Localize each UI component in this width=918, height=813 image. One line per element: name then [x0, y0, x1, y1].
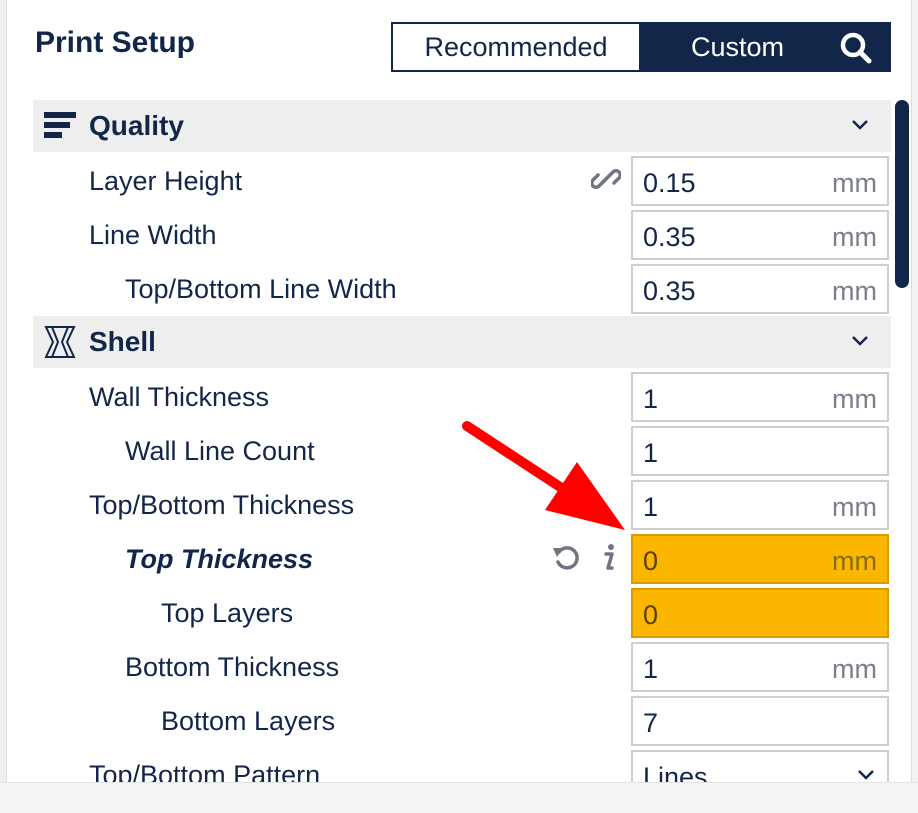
- quality-icon: [44, 112, 76, 138]
- bottom-thickness-input[interactable]: 1 mm: [631, 642, 889, 692]
- section-label-quality: Quality: [89, 110, 184, 141]
- section-label-shell: Shell: [89, 326, 156, 357]
- setting-label: Bottom Thickness: [125, 652, 340, 682]
- field-unit: mm: [832, 384, 877, 414]
- field-value: Lines: [643, 762, 708, 782]
- field-value: 1: [643, 438, 659, 468]
- setting-label: Top/Bottom Pattern: [89, 760, 321, 782]
- field-value: 1: [643, 492, 659, 522]
- chevron-down-icon[interactable]: [851, 116, 869, 134]
- field-value: 1: [643, 384, 659, 414]
- setting-row-top-layers: Top Layers 0: [33, 586, 891, 640]
- setting-row-top-thickness: Top Thickness 0 mm: [33, 532, 891, 586]
- panel-title: Print Setup: [35, 26, 196, 59]
- field-value: 0.35: [643, 276, 696, 306]
- field-value: 0.35: [643, 222, 696, 252]
- wall-line-count-input[interactable]: 1: [631, 426, 889, 476]
- setting-row-top-bottom-thickness: Top/Bottom Thickness 1 mm: [33, 478, 891, 532]
- top-layers-input[interactable]: 0: [631, 588, 889, 638]
- custom-mode-button[interactable]: Custom: [641, 22, 891, 72]
- field-unit: mm: [832, 222, 877, 252]
- line-width-input[interactable]: 0.35 mm: [631, 210, 889, 260]
- reset-icon[interactable]: [551, 542, 581, 572]
- setting-row-wall-line-count: Wall Line Count 1: [33, 424, 891, 478]
- field-value: 0: [643, 600, 659, 630]
- setting-row-bottom-layers: Bottom Layers 7: [33, 694, 891, 748]
- setting-row-wall-thickness: Wall Thickness 1 mm: [33, 370, 891, 424]
- field-unit: mm: [832, 492, 877, 522]
- chevron-down-icon: [858, 770, 874, 780]
- setting-label: Layer Height: [89, 166, 243, 196]
- bottom-bar: [0, 782, 918, 813]
- setting-row-bottom-thickness: Bottom Thickness 1 mm: [33, 640, 891, 694]
- chevron-down-icon[interactable]: [851, 332, 869, 350]
- field-unit: mm: [832, 168, 877, 198]
- section-header-quality[interactable]: Quality: [33, 100, 891, 152]
- custom-mode-label: Custom: [691, 31, 785, 62]
- top-bottom-line-width-input[interactable]: 0.35 mm: [631, 264, 889, 314]
- wall-thickness-input[interactable]: 1 mm: [631, 372, 889, 422]
- setting-label: Wall Thickness: [89, 382, 270, 412]
- field-unit: mm: [832, 654, 877, 684]
- recommended-mode-button[interactable]: Recommended: [391, 22, 641, 72]
- shell-icon: [44, 326, 76, 358]
- field-value: 0: [643, 546, 659, 576]
- setting-row-line-width: Line Width 0.35 mm: [33, 208, 891, 262]
- settings-scrollbar[interactable]: [895, 100, 909, 288]
- top-bottom-pattern-select[interactable]: Lines: [631, 750, 889, 782]
- setting-label: Wall Line Count: [125, 436, 315, 466]
- field-unit: mm: [832, 276, 877, 306]
- section-header-shell[interactable]: Shell: [33, 316, 891, 368]
- setting-label: Top/Bottom Thickness: [89, 490, 355, 520]
- print-setup-panel: Print Setup Recommended Custom Quality L…: [6, 0, 912, 782]
- setting-row-layer-height: Layer Height 0.15 mm: [33, 154, 891, 208]
- setting-row-top-bottom-line-width: Top/Bottom Line Width 0.35 mm: [33, 262, 891, 316]
- field-value: 0.15: [643, 168, 696, 198]
- top-bottom-thickness-input[interactable]: 1 mm: [631, 480, 889, 530]
- bottom-layers-input[interactable]: 7: [631, 696, 889, 746]
- top-thickness-input[interactable]: 0 mm: [631, 534, 889, 584]
- setting-row-top-bottom-pattern: Top/Bottom Pattern Lines: [33, 748, 891, 782]
- setting-label: Top/Bottom Line Width: [125, 274, 397, 304]
- setting-label: Top Layers: [161, 598, 294, 628]
- setting-label: Line Width: [89, 220, 217, 250]
- link-icon[interactable]: [591, 164, 621, 194]
- field-value: 7: [643, 708, 659, 738]
- search-icon[interactable]: [839, 31, 873, 65]
- info-icon[interactable]: [593, 542, 623, 572]
- mode-toggle: Recommended Custom: [391, 22, 891, 72]
- setting-label: Bottom Layers: [161, 706, 336, 736]
- field-unit: mm: [832, 546, 877, 576]
- field-value: 1: [643, 654, 659, 684]
- setting-label: Top Thickness: [125, 544, 314, 574]
- layer-height-input[interactable]: 0.15 mm: [631, 156, 889, 206]
